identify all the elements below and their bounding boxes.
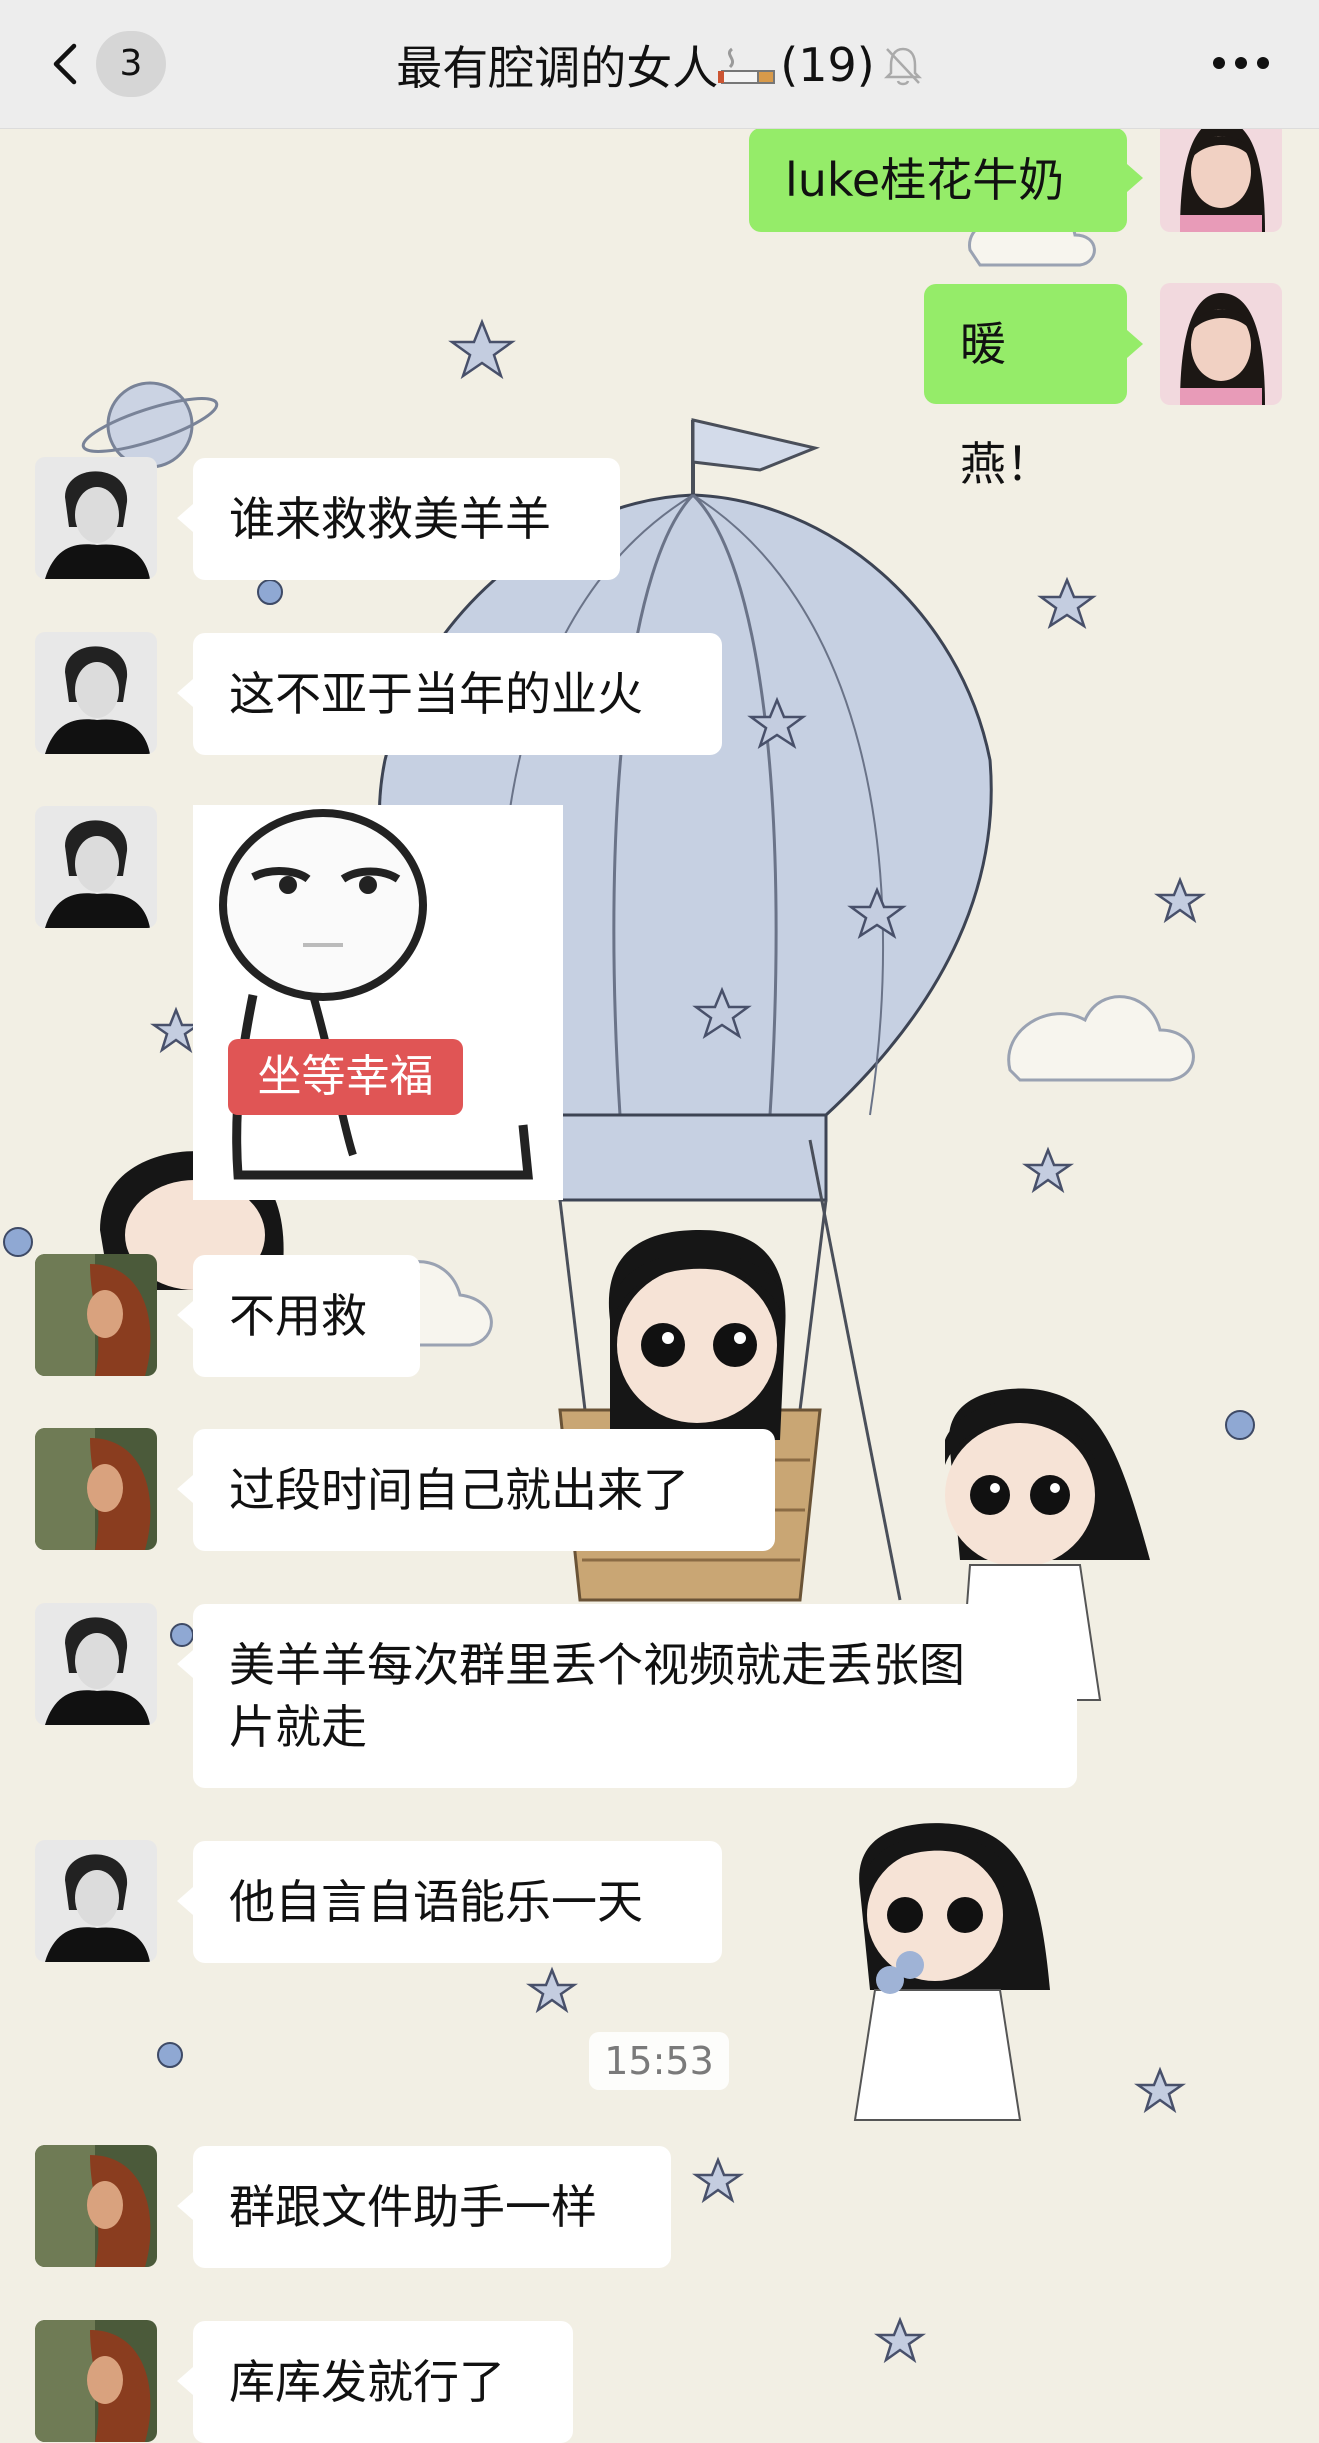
avatar-bw-woman[interactable] [35, 1840, 157, 1962]
message-bubble[interactable]: 他自言自语能乐一天 [193, 1841, 722, 1963]
avatar-bw-woman[interactable] [35, 806, 157, 928]
chat-header: 3 最有腔调的女人 (19) [0, 0, 1319, 129]
avatar-bw-woman[interactable] [35, 1603, 157, 1725]
bubble-tail [1127, 164, 1143, 192]
chat-title[interactable]: 最有腔调的女人 (19) [0, 32, 1319, 98]
message-text-line: 美羊羊每次群里丢个视频就走丢张图 [229, 1638, 965, 1692]
avatar-self[interactable] [1160, 283, 1282, 405]
avatar-redhair[interactable] [35, 1428, 157, 1550]
message-text: 谁来救救美羊羊 [229, 492, 551, 546]
message-bubble[interactable]: 过段时间自己就出来了 [193, 1429, 775, 1551]
avatar-redhair[interactable] [35, 1254, 157, 1376]
message-text: 他自言自语能乐一天 [229, 1875, 643, 1929]
group-name: 最有腔调的女人 [396, 41, 719, 95]
avatar-redhair[interactable] [35, 2145, 157, 2267]
message-text: 这不亚于当年的业火 [229, 667, 643, 721]
bell-muted-icon [883, 47, 922, 86]
message-bubble[interactable]: 群跟文件助手一样 [193, 2146, 671, 2268]
message-bubble[interactable]: 美羊羊每次群里丢个视频就走丢张图 片就走 [193, 1604, 1077, 1788]
message-bubble[interactable]: 暖燕！ [924, 284, 1127, 491]
message-text: 群跟文件助手一样 [229, 2180, 597, 2234]
bubble-tail [177, 1887, 193, 1915]
message-text: 过段时间自己就出来了 [229, 1463, 689, 1517]
cigarette-icon [718, 43, 780, 87]
message-text: 不用救 [229, 1289, 367, 1343]
message-bubble[interactable]: 这不亚于当年的业火 [193, 633, 722, 755]
avatar-bw-woman[interactable] [35, 632, 157, 754]
timestamp: 15:53 [589, 2032, 729, 2090]
bubble-tail [177, 504, 193, 532]
sticker-caption: 坐等幸福 [228, 1039, 463, 1115]
message-bubble[interactable]: 谁来救救美羊羊 [193, 458, 620, 580]
bubble-tail [177, 1650, 193, 1678]
bubble-tail [177, 679, 193, 707]
avatar-redhair[interactable] [35, 2320, 157, 2442]
message-text-line: 片就走 [229, 1700, 367, 1754]
message-bubble[interactable]: 库库发就行了 [193, 2321, 573, 2443]
bubble-tail [177, 1475, 193, 1503]
avatar-bw-woman[interactable] [35, 457, 157, 579]
message-text: luke桂花牛奶 [785, 153, 1065, 207]
member-count: (19) [780, 38, 875, 92]
girl-in-basket-illustration [608, 1230, 786, 1440]
bubble-tail [1127, 330, 1143, 358]
message-text: 暖燕！ [960, 317, 1052, 491]
message-bubble[interactable]: 不用救 [193, 1255, 420, 1377]
message-text: 库库发就行了 [229, 2355, 505, 2409]
more-dots-icon[interactable] [1211, 48, 1271, 78]
bubble-tail [177, 2192, 193, 2220]
sticker-image[interactable]: 坐等幸福 [193, 805, 563, 1200]
bubble-tail [177, 2367, 193, 2395]
message-bubble[interactable]: luke桂花牛奶 [749, 128, 1127, 232]
bubble-tail [177, 1301, 193, 1329]
